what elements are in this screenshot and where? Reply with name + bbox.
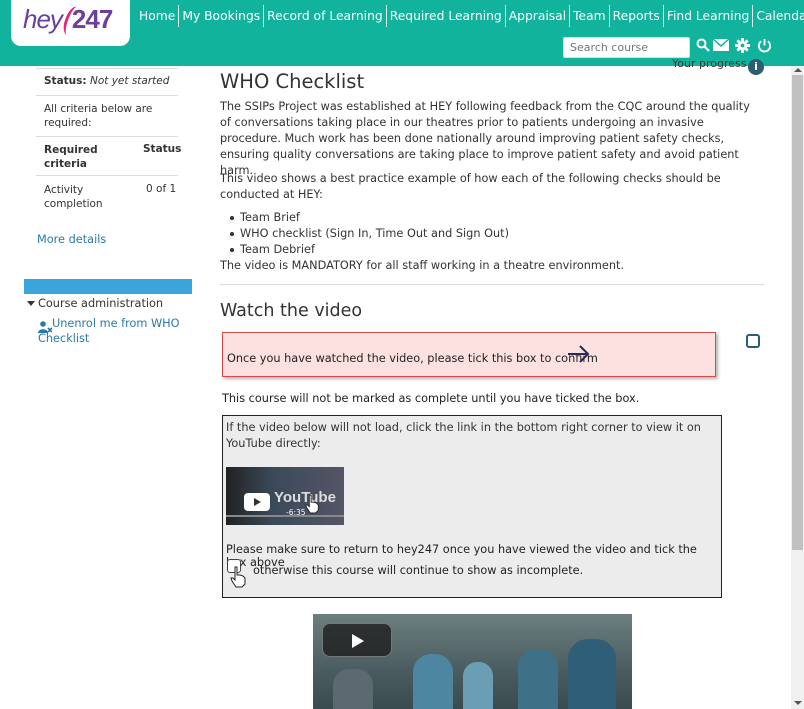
play-icon: [352, 634, 364, 648]
divider: [36, 68, 178, 69]
nav-team[interactable]: Team: [570, 5, 610, 27]
divider: [36, 175, 178, 176]
nav-reports[interactable]: Reports: [610, 5, 664, 27]
video-progress-track[interactable]: [226, 515, 344, 517]
search-input[interactable]: [563, 37, 690, 58]
return-text-2: otherwise this course will continue to s…: [253, 564, 584, 577]
caret-down-icon[interactable]: [27, 301, 35, 306]
divider: [36, 95, 178, 96]
nav-my-bookings[interactable]: My Bookings: [179, 5, 265, 27]
nav-record-of-learning[interactable]: Record of Learning: [264, 5, 387, 27]
section-title: Watch the video: [220, 301, 363, 321]
confirm-banner: Once you have watched the video, please …: [222, 332, 716, 377]
scroll-up-icon[interactable]: [794, 68, 802, 72]
logo[interactable]: hey 247: [11, 0, 130, 46]
divider: [220, 284, 764, 285]
hand-cursor-icon: [228, 566, 248, 592]
confirm-text: Once you have watched the video, please …: [227, 352, 598, 365]
bullet-item: Team Debrief: [230, 243, 315, 256]
criteria-note: All criteria below are required:: [44, 103, 153, 129]
row-value: 0 of 1: [146, 183, 177, 195]
bullet-item: Team Brief: [230, 211, 300, 224]
nav-home[interactable]: Home: [136, 5, 180, 27]
scroll-down-icon[interactable]: [794, 701, 802, 705]
unenrol-link[interactable]: Unenrol me from WHO Checklist: [38, 316, 180, 346]
scrollbar-thumb[interactable]: [792, 75, 803, 550]
nav-find-learning[interactable]: Find Learning: [664, 5, 754, 27]
col-criteria: Required criteria: [44, 144, 98, 170]
mandatory-note: The video is MANDATORY for all staff wor…: [220, 259, 625, 272]
progress-label: Your progress: [672, 57, 747, 70]
power-icon[interactable]: [755, 38, 773, 56]
row-name: Activity completion: [44, 184, 103, 210]
gear-icon[interactable]: [733, 38, 751, 56]
video-watched-checkbox[interactable]: [746, 334, 760, 348]
divider: [36, 136, 178, 137]
block-header-bar: [24, 279, 192, 294]
nav-appraisal[interactable]: Appraisal: [506, 5, 571, 27]
col-status: Status: [143, 143, 182, 155]
bullet-item: WHO checklist (Sign In, Time Out and Sig…: [230, 227, 509, 240]
nav-calendar[interactable]: Calendar: [753, 5, 804, 27]
status-label: Status:: [44, 75, 87, 87]
page-title: WHO Checklist: [220, 70, 365, 93]
status-value: Not yet started: [89, 75, 170, 87]
info-icon[interactable]: i: [748, 59, 764, 75]
completion-note: This course will not be marked as comple…: [222, 392, 640, 405]
youtube-thumbnail[interactable]: YouTube -6:35: [226, 467, 344, 525]
embedded-video[interactable]: [313, 614, 632, 709]
arrow-right-icon: [567, 345, 591, 367]
more-details-link[interactable]: More details: [37, 233, 179, 246]
intro-paragraph-2: This video shows a best practice example…: [220, 172, 721, 201]
hand-cursor-icon: [303, 494, 321, 518]
mail-icon[interactable]: [712, 38, 730, 56]
nav-required-learning[interactable]: Required Learning: [387, 5, 506, 27]
grey-intro: If the video below will not load, click …: [226, 421, 701, 450]
main-nav: Home My Bookings Record of Learning Require…: [136, 5, 804, 27]
status-line: Status: Not yet started: [44, 75, 186, 87]
logo-hey: hey: [23, 4, 63, 34]
search-icon[interactable]: [694, 38, 712, 56]
intro-paragraph: The SSIPs Project was established at HEY…: [220, 100, 750, 177]
play-button[interactable]: [322, 623, 392, 657]
course-admin[interactable]: Course administration: [38, 297, 180, 310]
